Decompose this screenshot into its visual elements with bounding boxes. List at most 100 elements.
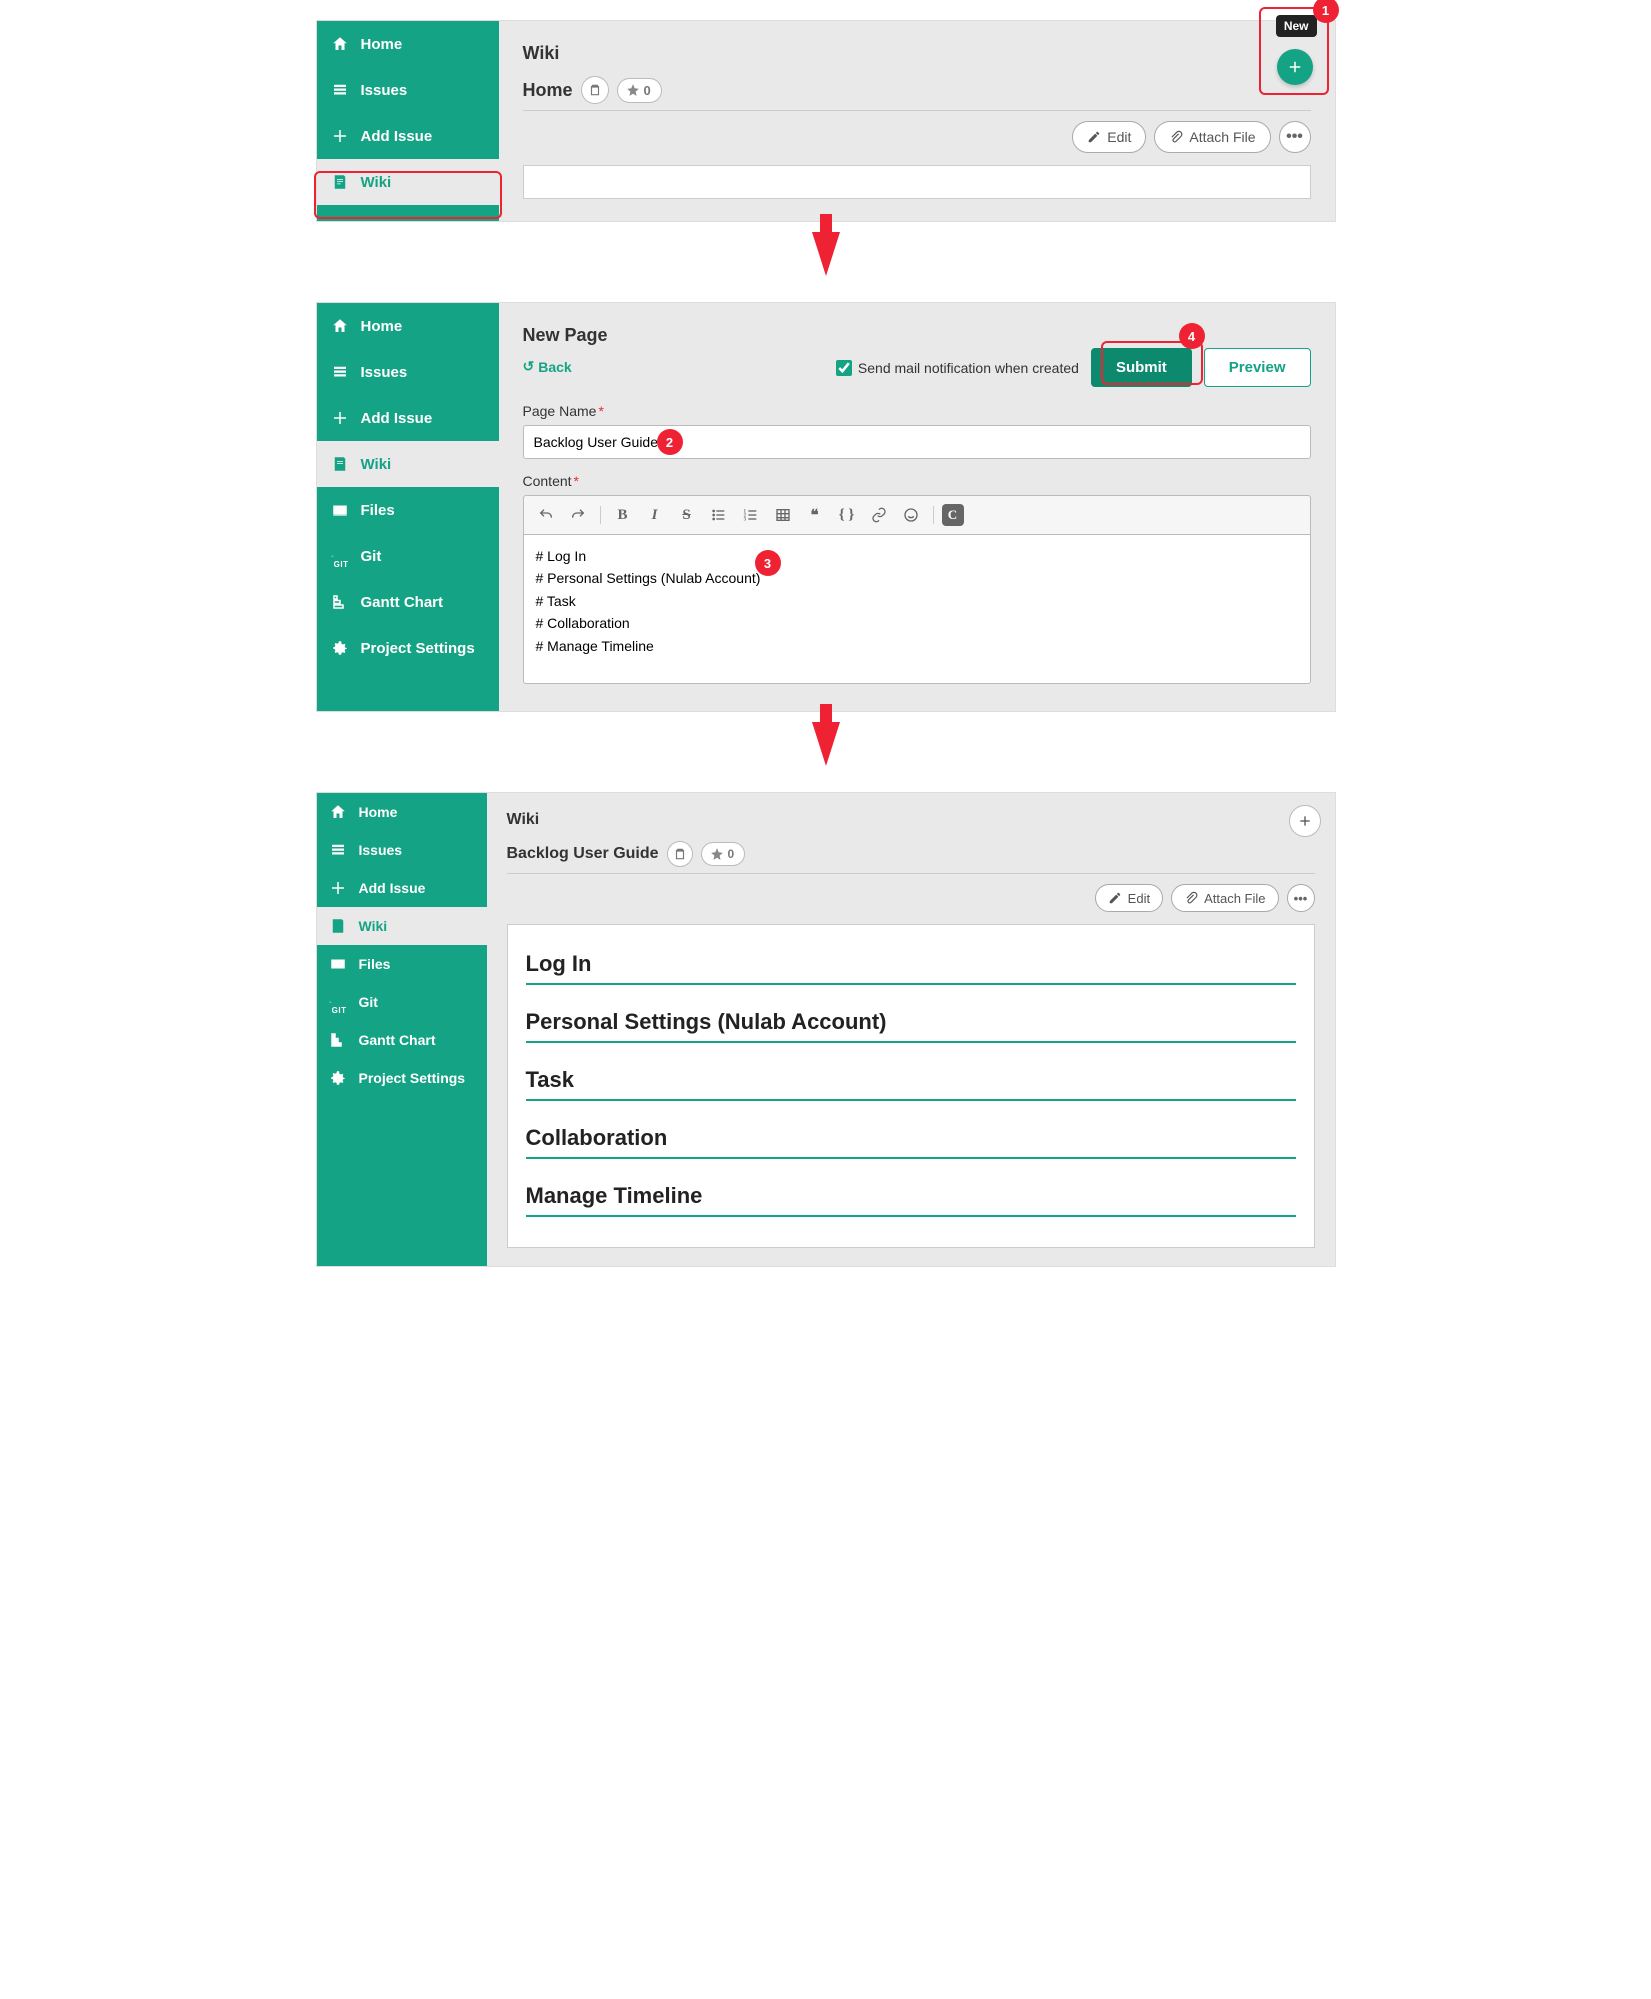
clipboard-icon[interactable]	[581, 76, 609, 104]
back-link[interactable]: Back	[523, 358, 572, 375]
edit-button[interactable]: Edit	[1072, 121, 1146, 153]
callout-badge-1: 1	[1313, 0, 1339, 23]
content-editor[interactable]	[523, 534, 1311, 684]
svg-text:3: 3	[743, 517, 746, 522]
sidebar-item-issues[interactable]: Issues	[317, 349, 499, 395]
more-button[interactable]: •••	[1287, 884, 1315, 912]
sidebar-item-git[interactable]: GITGit	[317, 533, 499, 579]
content-area: New Page Back Send mail notification whe…	[499, 303, 1335, 711]
sidebar-item-home[interactable]: Home	[317, 793, 487, 831]
sidebar-item-home[interactable]: Home	[317, 303, 499, 349]
plus-icon	[329, 879, 347, 897]
tb-bold-icon[interactable]: B	[609, 502, 637, 528]
preview-button[interactable]: Preview	[1204, 348, 1311, 387]
sidebar-item-files[interactable]: Files	[317, 487, 499, 533]
section-title: Wiki	[507, 811, 1315, 829]
sidebar-label: Add Issue	[361, 128, 433, 145]
tb-italic-icon[interactable]: I	[641, 502, 669, 528]
gear-icon	[331, 639, 349, 657]
home-icon	[329, 803, 347, 821]
editor-toolbar: B I S 123 ❝ { } C	[523, 495, 1311, 534]
sidebar-label: Issues	[361, 82, 408, 99]
attach-file-button[interactable]: Attach File	[1154, 121, 1270, 153]
gantt-icon	[329, 1031, 347, 1049]
notify-checkbox-row[interactable]: Send mail notification when created	[836, 360, 1079, 376]
sidebar-item-issues[interactable]: Issues	[317, 831, 487, 869]
sidebar-item-files[interactable]: Files	[317, 945, 487, 983]
attach-file-button[interactable]: Attach File	[1171, 884, 1278, 912]
git-icon: GIT	[329, 993, 347, 1011]
panel-wiki-home: 1 New Home Issues Add Issue Wiki Wiki Ho…	[316, 20, 1336, 222]
sidebar-item-issues[interactable]: Issues	[317, 67, 499, 113]
sidebar-item-add-issue[interactable]: Add Issue	[317, 395, 499, 441]
sidebar: Home Issues Add Issue Wiki Files GITGit …	[317, 303, 499, 711]
arrow-down-icon	[812, 232, 840, 290]
tb-quote-icon[interactable]: ❝	[801, 502, 829, 528]
tb-table-icon[interactable]	[769, 502, 797, 528]
sidebar-item-project-settings[interactable]: Project Settings	[317, 1059, 487, 1097]
star-count-chip[interactable]: 0	[617, 78, 662, 103]
new-tooltip: New	[1276, 15, 1317, 37]
home-icon	[331, 317, 349, 335]
submit-button[interactable]: Submit	[1091, 348, 1192, 387]
git-icon: GIT	[331, 547, 349, 565]
wiki-heading: Collaboration	[526, 1115, 1296, 1159]
section-title: Wiki	[523, 43, 1311, 64]
panel-wiki-rendered: Home Issues Add Issue Wiki Files GITGit …	[316, 792, 1336, 1267]
new-page-fab[interactable]	[1277, 49, 1313, 85]
sidebar: Home Issues Add Issue Wiki	[317, 21, 499, 221]
home-icon	[331, 35, 349, 53]
sidebar-item-home[interactable]: Home	[317, 21, 499, 67]
content-area: Wiki Backlog User Guide 0 Edit Attach Fi…	[487, 793, 1335, 1266]
sidebar: Home Issues Add Issue Wiki Files GITGit …	[317, 793, 487, 1266]
sidebar-label: Wiki	[361, 174, 392, 191]
wiki-body: Log In Personal Settings (Nulab Account)…	[507, 924, 1315, 1248]
sidebar-item-add-issue[interactable]: Add Issue	[317, 113, 499, 159]
sidebar-item-gantt[interactable]: Gantt Chart	[317, 1021, 487, 1059]
wiki-icon	[331, 455, 349, 473]
tb-strike-icon[interactable]: S	[673, 502, 701, 528]
content-label: Content*	[523, 473, 1311, 489]
doc-name: Home	[523, 80, 573, 101]
wiki-heading: Log In	[526, 941, 1296, 985]
tb-link-icon[interactable]	[865, 502, 893, 528]
files-icon	[331, 501, 349, 519]
tb-ul-icon[interactable]	[705, 502, 733, 528]
plus-icon	[331, 127, 349, 145]
list-icon	[331, 363, 349, 381]
tb-ol-icon[interactable]: 123	[737, 502, 765, 528]
wiki-heading: Task	[526, 1057, 1296, 1101]
sidebar-item-add-issue[interactable]: Add Issue	[317, 869, 487, 907]
sidebar-item-wiki[interactable]: Wiki	[317, 907, 487, 945]
more-button[interactable]: •••	[1279, 121, 1311, 153]
content-area: Wiki Home 0 Edit Attach File •••	[499, 21, 1335, 221]
sidebar-item-project-settings[interactable]: Project Settings	[317, 625, 499, 671]
callout-badge-4: 4	[1179, 323, 1205, 349]
sidebar-item-wiki[interactable]: Wiki	[317, 159, 499, 205]
wiki-heading: Manage Timeline	[526, 1173, 1296, 1217]
notify-checkbox[interactable]	[836, 360, 852, 376]
star-count-chip[interactable]: 0	[701, 842, 746, 866]
clipboard-icon[interactable]	[667, 841, 693, 867]
sidebar-item-gantt[interactable]: Gantt Chart	[317, 579, 499, 625]
list-icon	[331, 81, 349, 99]
edit-button[interactable]: Edit	[1095, 884, 1163, 912]
gear-icon	[329, 1069, 347, 1087]
tb-cacoo-icon[interactable]: C	[942, 504, 964, 526]
tb-undo-icon[interactable]	[532, 502, 560, 528]
callout-badge-3: 3	[755, 550, 781, 576]
sidebar-item-wiki[interactable]: Wiki	[317, 441, 499, 487]
sidebar-item-git[interactable]: GITGit	[317, 983, 487, 1021]
tb-emoji-icon[interactable]	[897, 502, 925, 528]
wiki-body-empty	[523, 165, 1311, 199]
sidebar-label: Home	[361, 36, 403, 53]
doc-name: Backlog User Guide	[507, 845, 659, 863]
panel-new-page: 4 Home Issues Add Issue Wiki Files GITGi…	[316, 302, 1336, 712]
page-name-input[interactable]	[523, 425, 1311, 459]
wiki-icon	[329, 917, 347, 935]
plus-icon	[331, 409, 349, 427]
tb-code-icon[interactable]: { }	[833, 502, 861, 528]
page-name-label: Page Name*	[523, 403, 1311, 419]
new-page-fab[interactable]	[1289, 805, 1321, 837]
tb-redo-icon[interactable]	[564, 502, 592, 528]
